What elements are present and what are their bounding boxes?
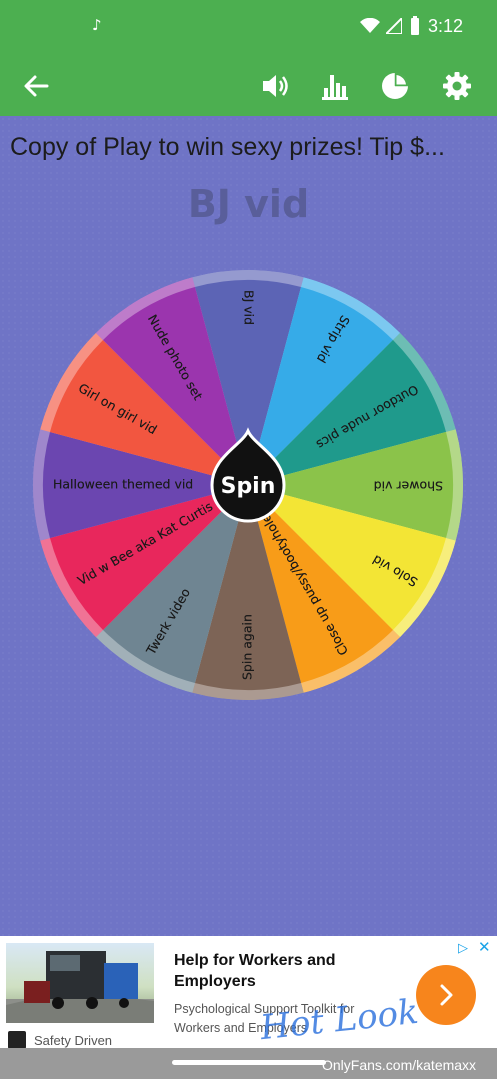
prize-wheel[interactable]: BJ vidStrip vidOutdoor nude picsShower v… — [33, 270, 463, 700]
wheel-screen: Copy of Play to win sexy prizes! Tip $..… — [0, 116, 497, 936]
watermark-text: OnlyFans.com/katemaxx — [322, 1057, 477, 1073]
ad-headline[interactable]: Help for Workers and Employers — [174, 950, 394, 992]
wheel-segment-label: BJ vid — [242, 290, 257, 325]
clock-time: 3:12 — [428, 16, 464, 36]
wheel-segment-label: Shower vid — [374, 479, 443, 494]
navigation-bar: OnlyFans.com/katemaxx — [0, 1048, 497, 1079]
battery-icon — [410, 16, 420, 41]
spin-result: BJ vid — [187, 182, 310, 226]
signal-icon — [383, 15, 403, 39]
wheel-title: Copy of Play to win sexy prizes! Tip $..… — [10, 133, 445, 161]
volume-icon[interactable] — [258, 68, 294, 104]
chevron-right-icon[interactable] — [416, 965, 476, 1025]
advertiser-name: Safety Driven — [34, 1033, 113, 1048]
ad-banner[interactable]: Safety Driven Help for Workers and Emplo… — [0, 936, 497, 1055]
spin-button-label[interactable]: Spin — [221, 474, 276, 499]
truck-image — [6, 943, 154, 1023]
status-bar: ♪ 3:12 — [0, 0, 497, 56]
advertiser-logo-icon — [8, 1031, 26, 1049]
bar-chart-icon[interactable] — [317, 68, 353, 104]
home-gesture-handle[interactable] — [172, 1060, 326, 1065]
wifi-icon — [360, 17, 380, 39]
wheel-segment-label: Spin again — [240, 614, 255, 680]
back-arrow-icon[interactable] — [18, 68, 54, 104]
adchoices-icon[interactable]: ▷ — [458, 940, 468, 956]
close-icon[interactable]: ✕ — [478, 938, 491, 956]
ad-thumbnail[interactable]: Safety Driven — [6, 943, 154, 1055]
app-bar — [0, 56, 497, 116]
music-note-icon: ♪ — [92, 16, 102, 34]
settings-gear-icon[interactable] — [439, 68, 475, 104]
pie-chart-icon[interactable] — [377, 68, 413, 104]
wheel-segment-label: Halloween themed vid — [53, 477, 193, 492]
